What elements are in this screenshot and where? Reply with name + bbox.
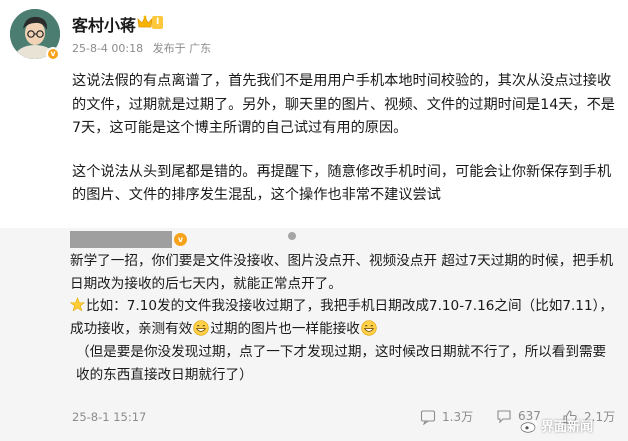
- comment-line: （但是要是你没发现过期，点了一下才发现过期，这时候改日期就不行了，所以看到需要收…: [76, 343, 607, 383]
- post-meta: 25-8-4 00:18 发布于 广东: [72, 40, 217, 56]
- dot-marker: [288, 232, 296, 240]
- post-paragraph: 这说法假的有点离谱了，首先我们不是用用户手机本地时间校验的，其次从没点过接收的文…: [72, 73, 615, 136]
- comment-line: 比如：7.10发的文件我没接收过期了，我把手机日期改成7.10-7.16之间（比…: [70, 295, 615, 340]
- weibo-post: v 客村小蒋 I 25-8-4 00:18 发布于 广东 这说法假的有点离谱了，…: [0, 0, 628, 228]
- repost-icon: [420, 409, 436, 425]
- repost-button[interactable]: 1.3万: [420, 408, 473, 425]
- post-location: 发布于 广东: [152, 42, 212, 55]
- quoted-comment: v 新学了一招，你们要是文件没接收、图片没点开、视频没点开 超过7天过期的时候，…: [0, 228, 628, 441]
- comment-body: 新学了一招，你们要是文件没接收、图片没点开、视频没点开 超过7天过期的时候，把手…: [70, 250, 615, 386]
- post-body: 这说法假的有点离谱了，首先我们不是用用户手机本地时间校验的，其次从没点过接收的文…: [72, 70, 617, 208]
- watermark: 界面新闻: [520, 416, 593, 435]
- comment-line: 新学了一招，你们要是文件没接收、图片没点开、视频没点开 超过7天过期的时候，把手…: [70, 253, 614, 292]
- weibo-logo-icon: [520, 419, 538, 433]
- comment-icon: [497, 410, 511, 424]
- verified-badge-icon: v: [174, 233, 187, 246]
- post-date: 25-8-4 00:18: [72, 42, 144, 55]
- watermark-text: 界面新闻: [541, 420, 594, 435]
- star-emoji-icon: [70, 297, 85, 312]
- grinning-emoji-icon: [193, 320, 209, 336]
- comment-date: 25-8-1 15:17: [72, 410, 147, 424]
- repost-count: 1.3万: [442, 410, 474, 424]
- vip-badge[interactable]: I: [136, 14, 164, 30]
- post-paragraph: 这个说法从头到尾都是错的。再提醒下，随意修改手机时间，可能会让你新保存到手机的图…: [72, 163, 612, 204]
- verified-badge-icon: v: [46, 47, 60, 61]
- comment-text-part: 过期的图片也一样能接收: [210, 321, 360, 338]
- grinning-emoji-icon: [361, 320, 377, 336]
- author-name[interactable]: 客村小蒋: [72, 12, 136, 36]
- redacted-username: [70, 231, 172, 248]
- vip-level: I: [152, 15, 164, 29]
